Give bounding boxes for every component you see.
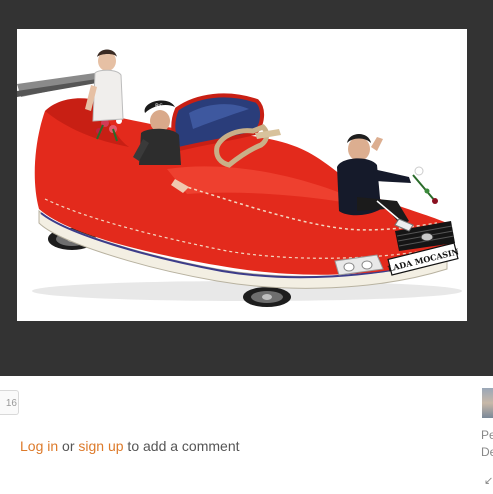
front-wheel	[243, 287, 291, 307]
rose	[412, 166, 438, 204]
image-viewer: LADA MOCASIN RS	[0, 0, 493, 376]
vote-score: 16	[0, 390, 19, 415]
expand-icon[interactable]: ↙	[484, 474, 493, 487]
comment-suffix: to add a comment	[123, 438, 240, 454]
cap-text: RS	[155, 103, 163, 110]
post-date: De	[481, 445, 493, 459]
avatar[interactable]	[482, 388, 493, 418]
comment-prompt: Log in or sign up to add a comment	[20, 438, 240, 454]
user-name[interactable]: Pe	[481, 428, 493, 442]
shoe-car-illustration: LADA MOCASIN RS	[17, 49, 462, 307]
or-text: or	[58, 438, 79, 454]
photo-lada-mocasin[interactable]: LADA MOCASIN RS	[17, 29, 467, 321]
woman-figure	[85, 49, 124, 122]
signup-link[interactable]: sign up	[78, 438, 123, 454]
login-link[interactable]: Log in	[20, 438, 58, 454]
